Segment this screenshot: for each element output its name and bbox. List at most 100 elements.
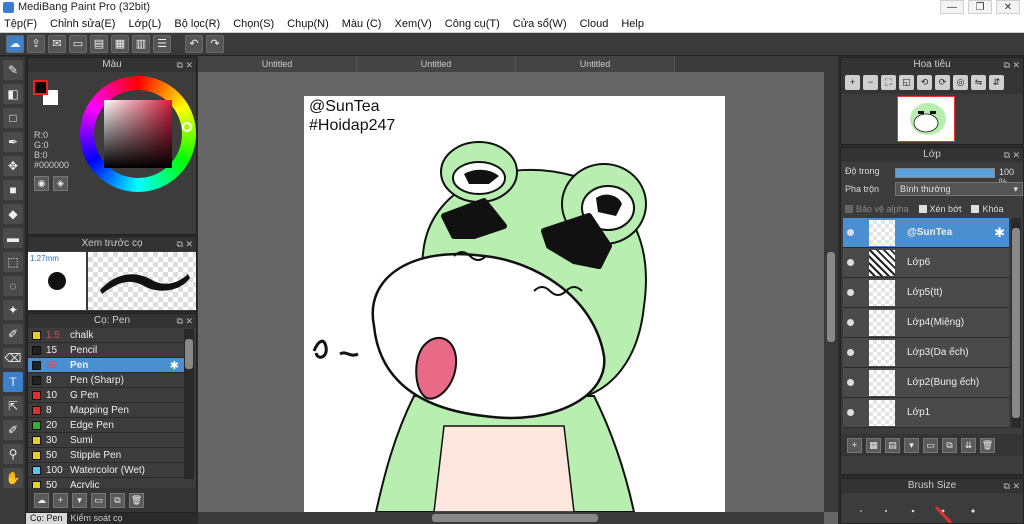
dropper-tool-icon[interactable]: ✐ — [3, 420, 23, 440]
merge-layer-icon[interactable]: ⇊ — [961, 437, 976, 453]
menu-cloud[interactable]: Cloud — [580, 18, 609, 30]
bucket-tool-icon[interactable]: ◆ — [3, 204, 23, 224]
brush-settings-icon[interactable]: ✱ — [170, 359, 179, 372]
doc-tab-2[interactable]: Untitled — [357, 56, 516, 72]
panel-close-icon[interactable]: ⧉ ✕ — [177, 58, 193, 72]
panel-icon[interactable]: ▦ — [111, 35, 129, 53]
brush-size-presets[interactable] — [841, 493, 1023, 524]
brush-item-stipple-pen[interactable]: 50 Stipple Pen — [28, 448, 184, 463]
drawing-canvas[interactable]: @SunTea #Hoidap247 — [304, 96, 725, 512]
folder-icon[interactable]: ▭ — [923, 437, 938, 453]
panel-close-icon[interactable]: ⧉ ✕ — [1004, 479, 1020, 493]
eraser-tool-icon[interactable]: ◧ — [3, 84, 23, 104]
menu-file[interactable]: Tệp(F) — [4, 18, 37, 30]
add-layer-menu-icon[interactable]: ▾ — [904, 437, 919, 453]
reset-rotation-icon[interactable]: ◎ — [953, 75, 968, 90]
eye-icon[interactable] — [847, 289, 854, 296]
delete-icon[interactable]: 🗑 — [129, 492, 144, 508]
menu-snap[interactable]: Chụp(N) — [287, 18, 329, 30]
text-tool-icon[interactable]: T — [3, 372, 23, 392]
comment-icon[interactable]: ✉ — [48, 35, 66, 53]
lasso-tool-icon[interactable]: ◌ — [3, 276, 23, 296]
operation-tool-icon[interactable]: ⇱ — [3, 396, 23, 416]
menu-window[interactable]: Cửa sổ(W) — [513, 18, 567, 30]
gear-icon[interactable]: ✱ — [994, 225, 1005, 241]
menu-color[interactable]: Màu (C) — [342, 18, 382, 30]
canvas-vertical-scrollbar[interactable] — [824, 72, 838, 512]
layer-list-scrollbar[interactable] — [1011, 218, 1021, 428]
fit-icon[interactable]: ⛶ — [881, 75, 896, 90]
eye-icon[interactable] — [847, 319, 854, 326]
layer-row-lop2[interactable]: Lớp2(Bung ếch) — [843, 368, 1009, 398]
panel-close-icon[interactable]: ⧉ ✕ — [1004, 58, 1020, 72]
menu-view[interactable]: Xem(V) — [394, 18, 431, 30]
brush-item-mapping-pen[interactable]: 8 Mapping Pen — [28, 403, 184, 418]
fg-bg-swatch[interactable] — [33, 80, 63, 110]
magic-wand-tool-icon[interactable]: ✦ — [3, 300, 23, 320]
brush-item-watercolor-wet[interactable]: 100 Watercolor (Wet) — [28, 463, 184, 478]
protect-alpha-checkbox[interactable]: Bảo vệ alpha — [845, 204, 909, 214]
select-pen-tool-icon[interactable]: ✐ — [3, 324, 23, 344]
hue-wheel[interactable] — [80, 76, 196, 192]
select-rect-tool-icon[interactable]: ⬚ — [3, 252, 23, 272]
eye-icon[interactable] — [847, 379, 854, 386]
brush-item-pen[interactable]: 30 Pen ✱ — [28, 358, 184, 373]
delete-layer-icon[interactable]: 🗑 — [980, 437, 995, 453]
brush-list-scrollbar[interactable] — [184, 329, 194, 479]
duplicate-layer-icon[interactable]: ⧉ — [942, 437, 957, 453]
undo-icon[interactable]: ↶ — [185, 35, 203, 53]
brush-item-g-pen[interactable]: 10 G Pen — [28, 388, 184, 403]
lock-checkbox[interactable]: Khóa — [971, 204, 1004, 214]
hue-knob[interactable] — [182, 122, 192, 132]
layer-row-lop1[interactable]: Lớp1 — [843, 398, 1009, 428]
add-brush-menu-icon[interactable]: ▾ — [72, 492, 87, 508]
zoom-out-icon[interactable]: − — [863, 75, 878, 90]
zoom-in-icon[interactable]: + — [845, 75, 860, 90]
color-history-icon[interactable]: ◈ — [53, 176, 68, 191]
menu-help[interactable]: Help — [621, 18, 644, 30]
brush-item-edge-pen[interactable]: 20 Edge Pen — [28, 418, 184, 433]
brush-item-chalk[interactable]: 1.5 chalk — [28, 328, 184, 343]
gradient-tool-icon[interactable]: ▬ — [3, 228, 23, 248]
eye-icon[interactable] — [847, 229, 854, 236]
pen-tool-icon[interactable]: ✒ — [3, 132, 23, 152]
blend-mode-select[interactable]: Bình thường ▾ — [895, 182, 1023, 196]
close-button[interactable]: ✕ — [996, 0, 1020, 14]
navigator-thumbnail[interactable] — [897, 96, 955, 142]
list-icon[interactable]: ☰ — [153, 35, 171, 53]
eye-icon[interactable] — [847, 409, 854, 416]
document-icon[interactable]: ▤ — [90, 35, 108, 53]
panel-close-icon[interactable]: ⧉ ✕ — [177, 237, 193, 251]
doc-tab-1[interactable]: Untitled — [198, 56, 357, 72]
duplicate-icon[interactable]: ⧉ — [110, 492, 125, 508]
clipping-checkbox[interactable]: Xén bớt — [918, 204, 961, 214]
cloud-icon[interactable]: ☁ — [6, 35, 24, 53]
fill-rect-tool-icon[interactable]: ■ — [3, 180, 23, 200]
cloud-brush-icon[interactable]: ☁ — [34, 492, 49, 508]
brush-item-pencil[interactable]: 15 Pencil — [28, 343, 184, 358]
add-brush-icon[interactable]: + — [53, 492, 68, 508]
brush-item-pen-sharp[interactable]: 8 Pen (Sharp) — [28, 373, 184, 388]
menu-layer[interactable]: Lớp(L) — [128, 18, 161, 30]
menu-filter[interactable]: Bộ lọc(R) — [174, 18, 220, 30]
panel-close-icon[interactable]: ⧉ ✕ — [1004, 148, 1020, 162]
layer-row-lop6[interactable]: Lớp6 — [843, 248, 1009, 278]
rotate-right-icon[interactable]: ⟳ — [935, 75, 950, 90]
layer-row-lop3[interactable]: Lớp3(Da ếch) — [843, 338, 1009, 368]
palette-icon[interactable]: ◉ — [34, 176, 49, 191]
brush-tool-icon[interactable]: ✎ — [3, 60, 23, 80]
move-tool-icon[interactable]: ✥ — [3, 156, 23, 176]
new-8bit-layer-icon[interactable]: ▤ — [885, 437, 900, 453]
menu-select[interactable]: Chọn(S) — [233, 18, 274, 30]
rect-tool-icon[interactable]: □ — [3, 108, 23, 128]
actual-size-icon[interactable]: ◱ — [899, 75, 914, 90]
folder-icon[interactable]: ▭ — [91, 492, 106, 508]
panel-close-icon[interactable]: ⧉ ✕ — [177, 314, 193, 328]
new-halftone-layer-icon[interactable]: ▦ — [866, 437, 881, 453]
select-eraser-tool-icon[interactable]: ⌫ — [3, 348, 23, 368]
page-icon[interactable]: ▭ — [69, 35, 87, 53]
menu-tools[interactable]: Công cụ(T) — [445, 18, 500, 30]
doc-tab-3[interactable]: Untitled — [516, 56, 675, 72]
minimize-button[interactable]: — — [940, 0, 964, 14]
grid-icon[interactable]: ▥ — [132, 35, 150, 53]
